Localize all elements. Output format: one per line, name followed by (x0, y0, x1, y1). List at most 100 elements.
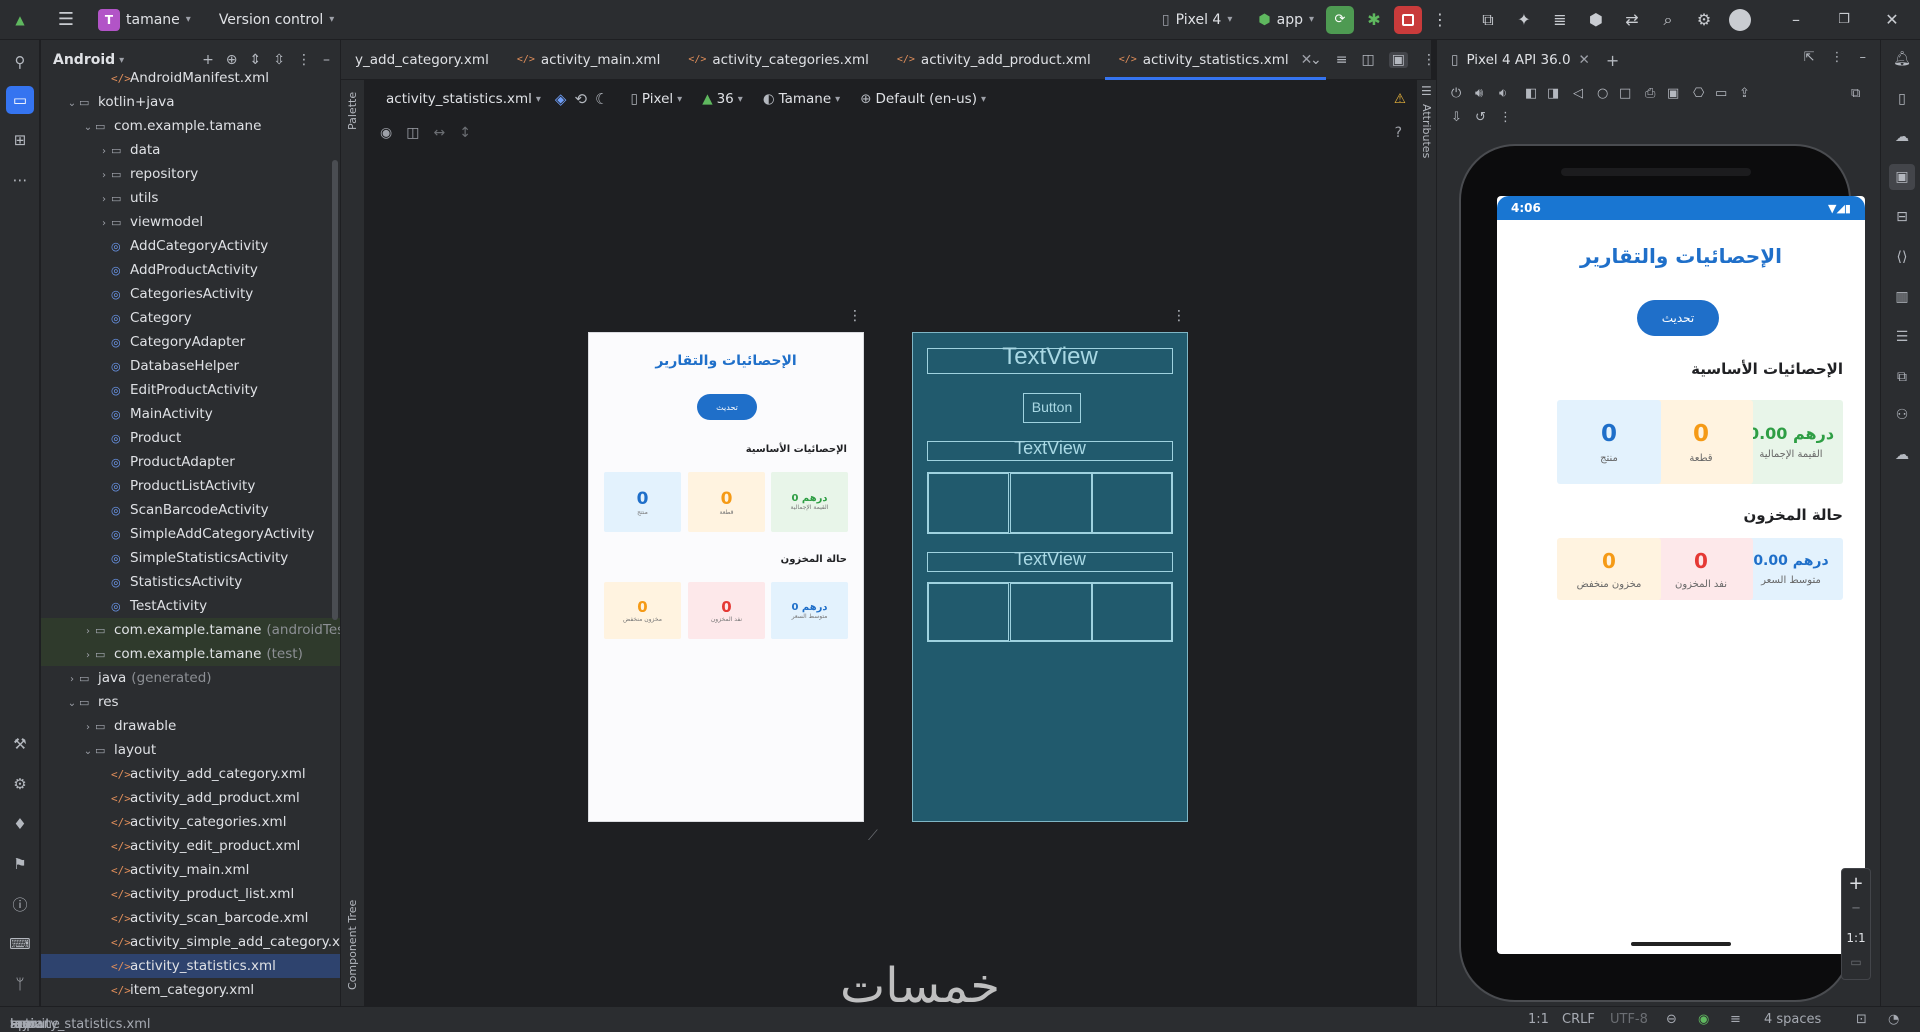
editor-tab[interactable]: </> activity_add_product.xml (883, 40, 1105, 80)
more-actions-icon[interactable]: ⋮ (1426, 6, 1454, 34)
vertical-arrows-icon[interactable]: ↕ (459, 125, 471, 141)
file-encoding[interactable]: UTF-8 (1610, 1012, 1648, 1027)
stop-button[interactable] (1394, 5, 1422, 34)
app-inspection-icon[interactable]: ⧉ (1889, 364, 1915, 390)
extended-controls-icon[interactable]: ⧉ (1851, 86, 1860, 101)
horizontal-arrows-icon[interactable]: ↔ (433, 125, 445, 141)
editor-tab[interactable]: </> activity_categories.xml (674, 40, 883, 80)
more-icon[interactable]: ⋮ (1422, 52, 1436, 68)
snapshot-icon[interactable]: ⎙ (1645, 86, 1655, 101)
breadcrumb-item[interactable]: activity_statistics.xml (10, 1017, 150, 1032)
running-devices-icon[interactable]: ▣ (1889, 164, 1915, 190)
device-explorer-icon[interactable]: ▥ (1889, 284, 1915, 310)
tree-class-item[interactable]: ◎ StatisticsActivity (41, 570, 340, 594)
split-view-icon[interactable]: ◫ (1361, 52, 1374, 68)
chevron-right-icon[interactable]: › (97, 164, 111, 188)
screen-record-icon[interactable]: ▣ (1667, 86, 1679, 101)
copilot-status-icon[interactable]: ◉ (1698, 1012, 1709, 1027)
attributes-tab[interactable]: Attributes (1420, 104, 1433, 158)
chevron-right-icon[interactable]: › (81, 716, 95, 740)
design-options-icon[interactable]: ⋮ (848, 308, 862, 324)
tree-folder[interactable]: › ▭ java (generated) (41, 666, 340, 692)
volume-down-icon[interactable]: 🔉︎ (1499, 86, 1507, 101)
theme-dropdown[interactable]: ◐ Tamane ▾ (757, 91, 846, 107)
zoom-out-icon[interactable]: – (1842, 897, 1870, 918)
tree-folder[interactable]: ⌄ ▭ res (41, 690, 340, 714)
tree-class-item[interactable]: ◎ EditProductActivity (41, 378, 340, 402)
version-control-menu[interactable]: Version control ▾ (219, 12, 335, 28)
close-tab-icon[interactable]: ✕ (1579, 52, 1590, 68)
palette-tab[interactable]: Palette (346, 92, 359, 130)
chevron-right-icon[interactable]: › (97, 212, 111, 236)
blueprint-options-icon[interactable]: ⋮ (1172, 308, 1186, 324)
tree-file-item[interactable]: </>activity_categories.xml (41, 810, 340, 834)
rotate-left-icon[interactable]: ◧ (1525, 86, 1537, 101)
memory-icon[interactable]: ◔ (1888, 1012, 1899, 1027)
minimize-icon[interactable]: – (1782, 6, 1810, 34)
debug-icon[interactable]: ✱ (1360, 6, 1388, 34)
tree-class-item[interactable]: ◎ SimpleStatisticsActivity (41, 546, 340, 570)
tree-file-item[interactable]: </>item_category.xml (41, 978, 340, 1002)
search-icon[interactable]: ⌕ (1654, 6, 1682, 34)
tree-folder[interactable]: › ▭ viewmodel (41, 210, 340, 236)
chevron-down-icon[interactable]: ⌄ (81, 116, 95, 140)
chevron-right-icon[interactable]: › (97, 188, 111, 212)
blueprint-toggle-icon[interactable]: ◫ (406, 125, 419, 141)
tree-scrollbar[interactable] (332, 160, 338, 620)
tree-class-item[interactable]: ◎ Product (41, 426, 340, 450)
back-icon[interactable]: ◁ (1573, 86, 1583, 101)
device-manager-icon[interactable]: ⧉ (1474, 6, 1502, 34)
chevron-right-icon[interactable]: › (81, 644, 95, 668)
chevron-down-icon[interactable]: ⌄ (65, 92, 79, 116)
tree-file-item[interactable]: </>AndroidManifest.xml (41, 66, 340, 90)
copilot-icon[interactable]: ⚇ (1889, 402, 1915, 428)
night-mode-icon[interactable]: ☾ (595, 90, 608, 108)
tree-file-item[interactable]: </>activity_statistics.xml (41, 954, 340, 978)
build-icon[interactable]: ⚙ (6, 770, 34, 798)
indent-setting[interactable]: 4 spaces (1764, 1012, 1821, 1027)
app-quality-icon[interactable]: ⚑ (6, 850, 34, 878)
logcat-icon[interactable]: ≣ (1546, 6, 1574, 34)
component-tree-tab[interactable]: Component Tree (346, 900, 359, 990)
device-selector[interactable]: ▯ Pixel 4 ▾ (1162, 12, 1233, 28)
tree-file-item[interactable]: </>activity_product_list.xml (41, 882, 340, 906)
cloud-icon[interactable]: ☁ (1889, 442, 1915, 468)
code-style-icon[interactable]: ≡ (1730, 1012, 1741, 1027)
git-icon[interactable]: ᛘ (6, 970, 34, 998)
sdk-manager-icon[interactable]: ⬢ (1582, 6, 1610, 34)
editor-tab[interactable]: </> activity_statistics.xml ✕ (1104, 40, 1327, 80)
blueprint-preview[interactable]: TextView Button TextView TextView (912, 332, 1188, 822)
device-manager-icon[interactable]: ▯ (1889, 86, 1915, 112)
layout-inspector-icon[interactable]: ⊟ (1889, 204, 1915, 230)
tree-class-item[interactable]: ◎ CategoriesActivity (41, 282, 340, 306)
line-endings[interactable]: CRLF (1562, 1012, 1595, 1027)
tree-class-item[interactable]: ◎ ScanBarcodeActivity (41, 498, 340, 522)
terminal-icon[interactable]: ⌨ (6, 930, 34, 958)
add-device-icon[interactable]: + (1606, 51, 1619, 70)
tree-class-item[interactable]: ◎ ProductListActivity (41, 474, 340, 498)
tree-class-item[interactable]: ◎ AddProductActivity (41, 258, 340, 282)
warning-icon[interactable]: ⚠ (1394, 91, 1406, 107)
project-selector[interactable]: T tamane ▾ (98, 8, 191, 31)
chevron-down-icon[interactable]: ⌄ (81, 740, 95, 764)
zoom-actual-size[interactable]: 1:1 (1842, 931, 1870, 945)
emulator-screen[interactable]: 4:06 ▼◢▮ الإحصائيات والتقارير تحديث الإح… (1497, 196, 1865, 954)
overview-icon[interactable]: □ (1619, 86, 1631, 101)
locale-dropdown[interactable]: ⊕ Default (en-us) ▾ (854, 91, 992, 107)
hide-panel-icon[interactable]: – (1860, 50, 1867, 65)
chevron-down-icon[interactable]: ⌄ (1310, 52, 1322, 68)
folder-icon[interactable]: ▭ (6, 86, 34, 114)
upload-icon[interactable]: ⇪ (1739, 86, 1750, 101)
refresh-button[interactable]: تحديث (1637, 300, 1719, 336)
embedded-code-icon[interactable]: ⟨⟩ (1889, 244, 1915, 270)
resource-manager-icon[interactable]: ⊞ (6, 126, 34, 154)
tree-folder[interactable]: › ▭ repository (41, 162, 340, 188)
gear-icon[interactable]: ⚙ (1690, 6, 1718, 34)
close-icon[interactable]: ✕ (1878, 6, 1906, 34)
download-icon[interactable]: ⇩ (1451, 110, 1462, 125)
more-tools-icon[interactable]: ⋯ (6, 166, 34, 194)
device-dropdown[interactable]: ▯ Pixel ▾ (624, 91, 688, 107)
problems-icon[interactable]: ⓘ (6, 890, 34, 918)
chevron-right-icon[interactable]: › (65, 668, 79, 692)
tree-folder[interactable]: ⌄ ▭ com.example.tamane (41, 114, 340, 140)
